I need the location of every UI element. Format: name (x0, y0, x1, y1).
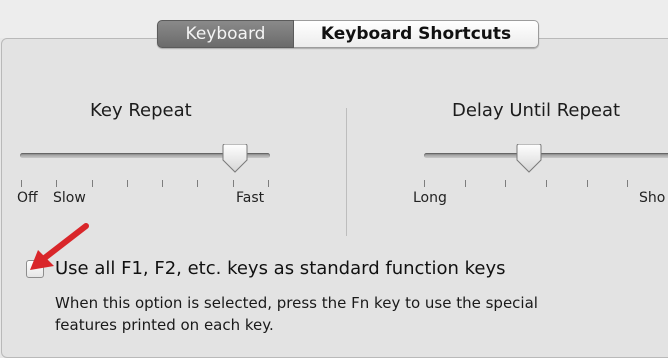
function-keys-label[interactable]: Use all F1, F2, etc. keys as standard fu… (55, 258, 506, 279)
function-keys-help-text: When this option is selected, press the … (55, 292, 655, 336)
key-repeat-off-label: Off (17, 190, 38, 206)
help-text-line-1: When this option is selected, press the … (55, 294, 538, 312)
key-repeat-tick (21, 180, 22, 187)
key-repeat-tick (197, 180, 199, 187)
tab-keyboard-shortcuts[interactable]: Keyboard Shortcuts (294, 20, 539, 48)
delay-until-repeat-tick (464, 180, 466, 187)
help-text-line-2: features printed on each key. (55, 316, 274, 334)
tab-bar: Keyboard Keyboard Shortcuts (157, 20, 539, 48)
key-repeat-tick (232, 180, 234, 187)
delay-until-repeat-title: Delay Until Repeat (452, 100, 621, 121)
delay-until-repeat-slider-knob[interactable] (515, 144, 543, 174)
key-repeat-title: Key Repeat (90, 100, 192, 121)
key-repeat-tick (268, 180, 269, 187)
delay-until-repeat-tick (586, 180, 588, 187)
key-repeat-tick (56, 180, 58, 187)
key-repeat-slow-label: Slow (53, 190, 86, 206)
delay-until-repeat-tick (546, 180, 547, 187)
red-arrow-annotation-icon (30, 223, 89, 270)
key-repeat-tick (91, 180, 93, 187)
key-repeat-tick (126, 180, 128, 187)
delay-until-repeat-tick (505, 180, 507, 187)
delay-short-label: Sho (639, 190, 666, 206)
delay-until-repeat-slider-track[interactable] (424, 153, 668, 158)
delay-until-repeat-tick (424, 180, 425, 187)
delay-long-label: Long (413, 190, 447, 206)
tab-keyboard[interactable]: Keyboard (157, 20, 294, 48)
key-repeat-fast-label: Fast (236, 190, 265, 206)
key-repeat-slider-knob[interactable] (221, 144, 249, 174)
delay-until-repeat-tick (627, 180, 629, 187)
section-divider (346, 108, 347, 236)
key-repeat-tick (162, 180, 164, 187)
